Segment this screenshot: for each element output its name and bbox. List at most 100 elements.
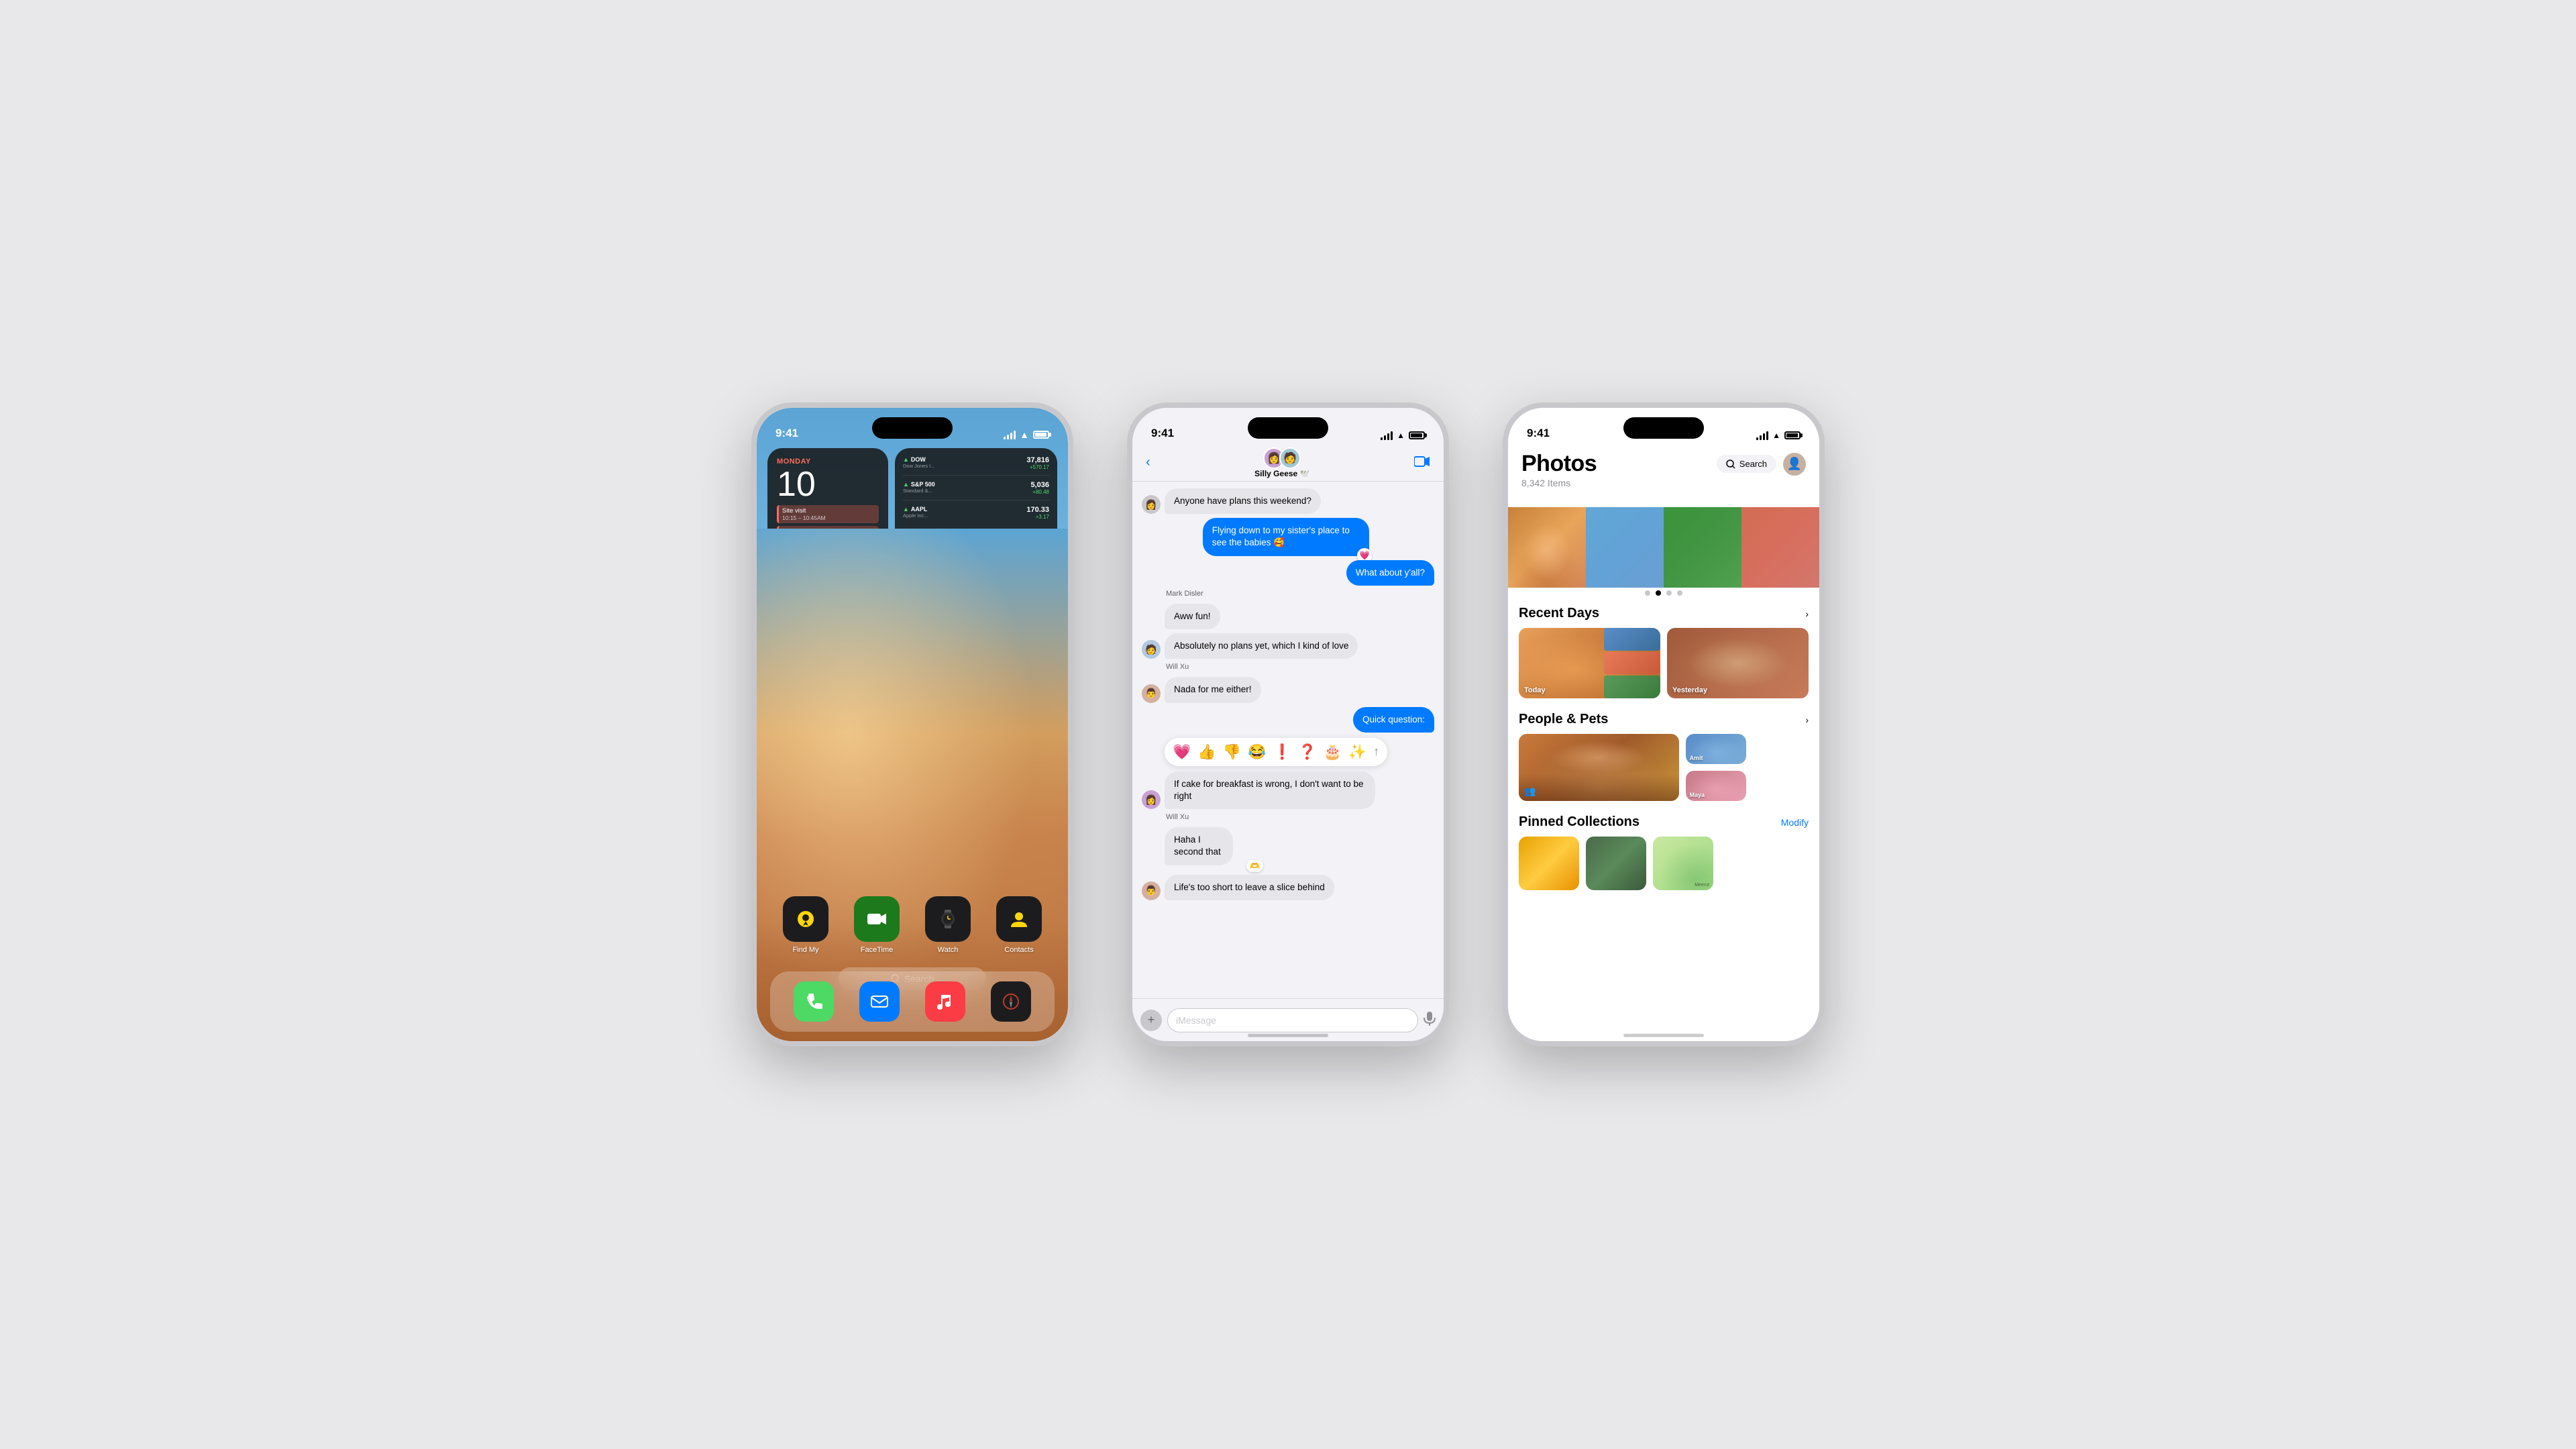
tapback-add[interactable]: ↑ bbox=[1373, 745, 1379, 759]
today-card[interactable]: Today bbox=[1519, 628, 1660, 698]
imessage-input[interactable]: iMessage bbox=[1167, 1008, 1418, 1032]
tapback-haha[interactable]: 😂 bbox=[1248, 743, 1266, 761]
people-pets-header: People & Pets › bbox=[1519, 712, 1809, 727]
watch-app[interactable]: Watch bbox=[925, 896, 971, 954]
recent-days-grid: Today Yesterday bbox=[1519, 628, 1809, 698]
signal-bars bbox=[1381, 431, 1393, 440]
dot-1 bbox=[1645, 590, 1650, 596]
maya-label: Maya bbox=[1690, 792, 1705, 798]
wifi-icon: ▲ bbox=[1397, 431, 1405, 440]
photos-header-icons: Search 👤 bbox=[1717, 453, 1806, 476]
maya-card[interactable]: Maya bbox=[1686, 771, 1746, 801]
messages-body: 👩 Anyone have plans this weekend? Flying… bbox=[1132, 482, 1444, 998]
user-avatar[interactable]: 👤 bbox=[1783, 453, 1806, 476]
status-icons: ▲ bbox=[1381, 431, 1425, 440]
time-display: 9:41 bbox=[1527, 427, 1550, 440]
search-label: Search bbox=[1739, 459, 1767, 469]
item-count: 8,342 Items bbox=[1521, 478, 1806, 488]
dynamic-island bbox=[1623, 417, 1704, 439]
iphone-photos: 9:41 ▲ Photos Search bbox=[1503, 402, 1825, 1046]
plus-button[interactable]: + bbox=[1140, 1010, 1162, 1031]
wifi-icon: ▲ bbox=[1772, 431, 1780, 440]
home-indicator bbox=[1248, 1034, 1328, 1037]
tapback-thumbsdown[interactable]: 👎 bbox=[1223, 743, 1241, 761]
signal-bars bbox=[1756, 431, 1768, 440]
pinned-card-1[interactable] bbox=[1519, 837, 1579, 890]
msg-quick-question: Quick question: bbox=[1353, 707, 1434, 733]
group-info[interactable]: 👩 🧑 Silly Geese 🕊️ bbox=[1254, 447, 1309, 478]
facetime-label: FaceTime bbox=[861, 946, 894, 954]
msg-bubble-nada: Nada for me either! bbox=[1165, 677, 1261, 702]
haha-reaction: 🫶 bbox=[1246, 860, 1263, 872]
msg-bubble-received: Anyone have plans this weekend? bbox=[1165, 488, 1321, 514]
msg-avatar-cake: 👩 bbox=[1142, 790, 1161, 809]
yesterday-card[interactable]: Yesterday bbox=[1667, 628, 1809, 698]
hero-photo-strip[interactable] bbox=[1508, 507, 1819, 588]
compass-dock-icon[interactable] bbox=[991, 981, 1031, 1022]
hero-photo-3 bbox=[1664, 507, 1741, 588]
tapback-cake[interactable]: 🎂 bbox=[1323, 743, 1341, 761]
calendar-event-1: Site visit 10:15 – 10:45AM bbox=[777, 505, 879, 523]
input-placeholder: iMessage bbox=[1176, 1015, 1216, 1026]
stock-row-sp500: ▲ S&P 500 Standard &... 5,036 +80.48 bbox=[903, 481, 1049, 500]
msg-1: 👩 Anyone have plans this weekend? bbox=[1142, 488, 1434, 514]
tapback-thumbsup[interactable]: 👍 bbox=[1197, 743, 1216, 761]
find-my-app[interactable]: Find My bbox=[783, 896, 828, 954]
msg-avatar-mark: 🧑 bbox=[1142, 640, 1161, 659]
mail-dock-icon[interactable] bbox=[859, 981, 900, 1022]
dock bbox=[770, 971, 1055, 1032]
tapback-heart[interactable]: 💗 bbox=[1173, 743, 1191, 761]
dots-indicator bbox=[1508, 590, 1819, 596]
amit-card[interactable]: Amit bbox=[1686, 734, 1746, 764]
dot-4 bbox=[1677, 590, 1682, 596]
wifi-icon: ▲ bbox=[1020, 429, 1029, 440]
iphone-home: 9:41 ▲ MONDAY 10 Site visit 10:1 bbox=[751, 402, 1073, 1046]
group-avatars: 👩 🧑 bbox=[1263, 447, 1301, 469]
tapback-question[interactable]: ❓ bbox=[1298, 743, 1316, 761]
facetime-app[interactable]: FaceTime bbox=[854, 896, 900, 954]
msg-bubble-yall: What about y'all? bbox=[1346, 560, 1434, 586]
dot-3 bbox=[1666, 590, 1672, 596]
group-name: Silly Geese 🕊️ bbox=[1254, 469, 1309, 478]
pinned-row: Meerut bbox=[1519, 837, 1809, 890]
recent-days-chevron[interactable]: › bbox=[1805, 608, 1809, 619]
app-row: Find My FaceTime Watch Contacts bbox=[770, 896, 1055, 954]
microphone-icon[interactable] bbox=[1424, 1011, 1436, 1029]
msg-avatar-will: 👨 bbox=[1142, 684, 1161, 703]
home-wallpaper bbox=[757, 529, 1068, 1041]
pinned-collections-header: Pinned Collections Modify bbox=[1519, 814, 1809, 830]
contacts-label: Contacts bbox=[1004, 946, 1033, 954]
contacts-app[interactable]: Contacts bbox=[996, 896, 1042, 954]
photos-body: Recent Days › Today bbox=[1508, 606, 1819, 1041]
today-label: Today bbox=[1524, 686, 1546, 694]
dot-2-active bbox=[1656, 590, 1661, 596]
people-pets-chevron[interactable]: › bbox=[1805, 714, 1809, 725]
status-icons: ▲ bbox=[1004, 429, 1049, 440]
msg-sent-1: Flying down to my sister's place to see … bbox=[1203, 518, 1434, 555]
msg-aww: Aww fun! bbox=[1142, 604, 1434, 629]
recent-days-header: Recent Days › bbox=[1519, 606, 1809, 621]
messages-header: ‹ 👩 🧑 Silly Geese 🕊️ bbox=[1132, 444, 1444, 482]
back-button[interactable]: ‹ bbox=[1146, 455, 1150, 470]
msg-no-plans: 🧑 Absolutely no plans yet, which I kind … bbox=[1142, 633, 1434, 659]
shared-album-icon: 👥 bbox=[1524, 786, 1536, 797]
msg-bubble-aww: Aww fun! bbox=[1165, 604, 1220, 629]
phone-dock-icon[interactable] bbox=[794, 981, 834, 1022]
video-call-button[interactable] bbox=[1414, 454, 1430, 472]
battery-icon bbox=[1784, 431, 1801, 439]
pinned-card-2[interactable] bbox=[1586, 837, 1646, 890]
msg-haha: Haha I second that 🫶 bbox=[1165, 827, 1259, 865]
search-button[interactable]: Search bbox=[1717, 455, 1776, 473]
tapback-exclaim[interactable]: ❗ bbox=[1273, 743, 1291, 761]
recent-days-title: Recent Days bbox=[1519, 606, 1599, 621]
music-dock-icon[interactable] bbox=[925, 981, 965, 1022]
battery-icon bbox=[1033, 431, 1049, 439]
pinned-card-3[interactable]: Meerut bbox=[1653, 837, 1713, 890]
msg-avatar: 👩 bbox=[1142, 495, 1161, 514]
photos-title-row: Photos Search 👤 bbox=[1521, 451, 1806, 477]
tapback-sparkle[interactable]: ✨ bbox=[1348, 743, 1366, 761]
modify-button[interactable]: Modify bbox=[1781, 817, 1809, 828]
person-card-large[interactable]: 👥 bbox=[1519, 734, 1679, 801]
msg-bubble-no-plans: Absolutely no plans yet, which I kind of… bbox=[1165, 633, 1358, 659]
hero-photo-2 bbox=[1586, 507, 1664, 588]
